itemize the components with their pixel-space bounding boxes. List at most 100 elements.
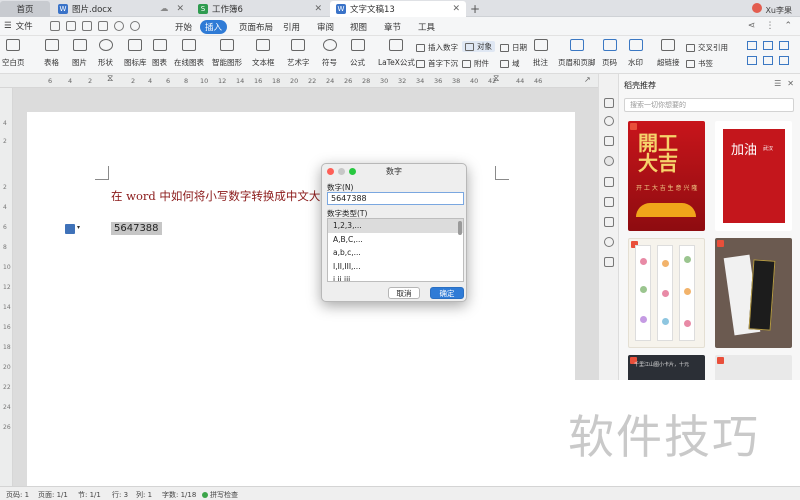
insert-number-button[interactable]: 插入数字 bbox=[416, 42, 458, 53]
list-item[interactable]: 1,2,3,... bbox=[328, 219, 463, 233]
close-icon[interactable]: ✕ bbox=[176, 4, 184, 14]
person-icon[interactable] bbox=[604, 136, 614, 146]
tab-doc-active[interactable]: W 文字文稿13 ✕ bbox=[330, 1, 466, 17]
online-chart-button[interactable]: 在线图表 bbox=[174, 39, 204, 68]
document-page[interactable]: 在 word 中如何将小写数字转换成中文大写 ▾ 5647388 bbox=[27, 112, 575, 486]
share-icon[interactable]: ⋖ bbox=[748, 21, 756, 31]
list-item[interactable]: i,ii,iii,... bbox=[328, 273, 463, 281]
user-account[interactable]: Xu李果 bbox=[752, 3, 792, 16]
new-tab-icon[interactable]: + bbox=[470, 2, 480, 16]
document-area[interactable]: 在 word 中如何将小写数字转换成中文大写 ▾ 5647388 bbox=[13, 88, 598, 486]
template-card[interactable] bbox=[715, 355, 792, 380]
collapse-icon[interactable]: ⌃ bbox=[784, 21, 792, 31]
object-button[interactable]: 对象 bbox=[462, 41, 495, 52]
list-item[interactable]: A,B,C,... bbox=[328, 233, 463, 247]
print-icon[interactable] bbox=[82, 21, 92, 31]
layout-icon[interactable] bbox=[747, 56, 757, 65]
page-number-button[interactable]: 页码 bbox=[602, 39, 617, 68]
comment-button[interactable]: 批注 bbox=[533, 39, 548, 68]
list-item[interactable]: I,II,III,... bbox=[328, 260, 463, 274]
indent-marker-icon[interactable]: ⧖ bbox=[493, 74, 499, 84]
number-input[interactable]: 5647388 bbox=[327, 192, 464, 205]
textbox-button[interactable]: 文本框 bbox=[252, 39, 275, 68]
cancel-button[interactable]: 取消 bbox=[388, 287, 420, 299]
preview-icon[interactable] bbox=[98, 21, 108, 31]
file-menu[interactable]: ☰ 文件 bbox=[4, 20, 33, 32]
cross-reference-button[interactable]: 交叉引用 bbox=[686, 42, 728, 53]
status-words[interactable]: 字数: 1/18 bbox=[162, 490, 196, 500]
latex-button[interactable]: LaTeX公式 bbox=[378, 39, 415, 68]
word-art-label: 艺术字 bbox=[287, 58, 310, 67]
blank-page-button[interactable]: 空白页 bbox=[2, 39, 25, 68]
lock-icon[interactable] bbox=[604, 197, 614, 207]
pen-icon[interactable] bbox=[604, 98, 614, 108]
menu-view[interactable]: 视图 bbox=[345, 20, 372, 34]
document-heading[interactable]: 在 word 中如何将小写数字转换成中文大写 bbox=[111, 188, 332, 204]
layout-icon[interactable] bbox=[763, 56, 773, 65]
selected-number-text[interactable]: 5647388 bbox=[111, 222, 162, 235]
ok-button[interactable]: 确定 bbox=[430, 287, 464, 299]
menu-tools[interactable]: 工具 bbox=[413, 20, 440, 34]
menu-review[interactable]: 审阅 bbox=[312, 20, 339, 34]
picture-button[interactable]: 图片 bbox=[72, 39, 87, 68]
layout-icon[interactable] bbox=[747, 41, 757, 50]
paragraph-options-icon[interactable] bbox=[65, 224, 75, 234]
watermark-button[interactable]: 水印 bbox=[628, 39, 643, 68]
chevron-down-icon[interactable]: ▾ bbox=[77, 224, 80, 231]
expand-icon[interactable]: ↗ bbox=[584, 75, 591, 84]
menu-page-layout[interactable]: 页面布局 bbox=[234, 20, 278, 34]
tab-home[interactable]: 首页 bbox=[0, 1, 50, 17]
menu-chapter[interactable]: 章节 bbox=[379, 20, 406, 34]
layout-icon[interactable] bbox=[763, 41, 773, 50]
more-icon[interactable]: ⋮ bbox=[765, 21, 774, 31]
menu-references[interactable]: 引用 bbox=[278, 20, 305, 34]
menu-insert[interactable]: 插入 bbox=[200, 20, 228, 34]
shape-button[interactable]: 形状 bbox=[98, 39, 113, 68]
open-icon[interactable] bbox=[66, 21, 76, 31]
attachment-button[interactable]: 附件 bbox=[462, 58, 489, 69]
indent-marker-icon[interactable]: ⧖ bbox=[107, 74, 113, 84]
layout-icon[interactable] bbox=[779, 41, 789, 50]
settings-sliders-icon[interactable] bbox=[604, 217, 614, 227]
tab-doc-image[interactable]: W 图片.docx ☁ ✕ bbox=[52, 1, 190, 17]
symbol-button[interactable]: 符号 bbox=[322, 39, 337, 68]
shape-style-icon[interactable] bbox=[604, 116, 614, 126]
date-button[interactable]: 日期 bbox=[500, 42, 527, 53]
template-card[interactable] bbox=[715, 238, 792, 348]
redo-icon[interactable] bbox=[130, 21, 140, 31]
header-footer-button[interactable]: 页眉和页脚 bbox=[558, 39, 596, 68]
template-search-input[interactable]: 搜索一切你想要的 bbox=[624, 98, 794, 112]
list-item[interactable]: a,b,c,... bbox=[328, 246, 463, 260]
close-icon[interactable]: ✕ bbox=[452, 4, 460, 14]
table-button[interactable]: 表格 bbox=[44, 39, 59, 68]
drop-cap-button[interactable]: 首字下沉 bbox=[416, 58, 458, 69]
template-card[interactable] bbox=[628, 238, 705, 348]
template-card[interactable]: 開工 大吉 开 工 大 吉 生 意 兴 隆 bbox=[628, 121, 705, 231]
close-icon[interactable]: ✕ bbox=[314, 4, 322, 14]
menu-start[interactable]: 开始 bbox=[170, 20, 197, 34]
smart-art-button[interactable]: 智能图形 bbox=[212, 39, 242, 68]
save-icon[interactable] bbox=[50, 21, 60, 31]
bookmark-button[interactable]: 书签 bbox=[686, 58, 713, 69]
chart-button[interactable]: 图表 bbox=[152, 39, 167, 68]
template-card[interactable]: 加油 武汉 bbox=[715, 121, 792, 231]
layout-icon[interactable] bbox=[779, 56, 789, 65]
word-art-button[interactable]: 艺术字 bbox=[287, 39, 310, 68]
field-button[interactable]: 域 bbox=[500, 58, 520, 69]
tab-workbook[interactable]: S 工作簿6 ✕ bbox=[192, 1, 328, 17]
card-title: 加油 bbox=[731, 143, 758, 158]
formula-button[interactable]: 公式 bbox=[350, 39, 365, 68]
undo-icon[interactable] bbox=[114, 21, 124, 31]
close-icon[interactable]: ✕ bbox=[787, 79, 794, 88]
icon-library-button[interactable]: 图标库 bbox=[124, 39, 147, 68]
template-card[interactable]: 千里江山图小卡片，十元 bbox=[628, 355, 705, 380]
history-icon[interactable] bbox=[604, 237, 614, 247]
templates-icon[interactable] bbox=[604, 156, 614, 166]
hyperlink-button[interactable]: 超链接 bbox=[657, 39, 680, 68]
spell-check-toggle[interactable]: 拼写检查 bbox=[202, 490, 238, 500]
image-icon[interactable] bbox=[604, 257, 614, 267]
cursor-icon[interactable] bbox=[604, 177, 614, 187]
number-type-list[interactable]: 1,2,3,... A,B,C,... a,b,c,... I,II,III,.… bbox=[327, 218, 464, 282]
menu-lines-icon[interactable]: ☰ bbox=[774, 79, 781, 88]
scrollbar[interactable] bbox=[458, 221, 462, 235]
